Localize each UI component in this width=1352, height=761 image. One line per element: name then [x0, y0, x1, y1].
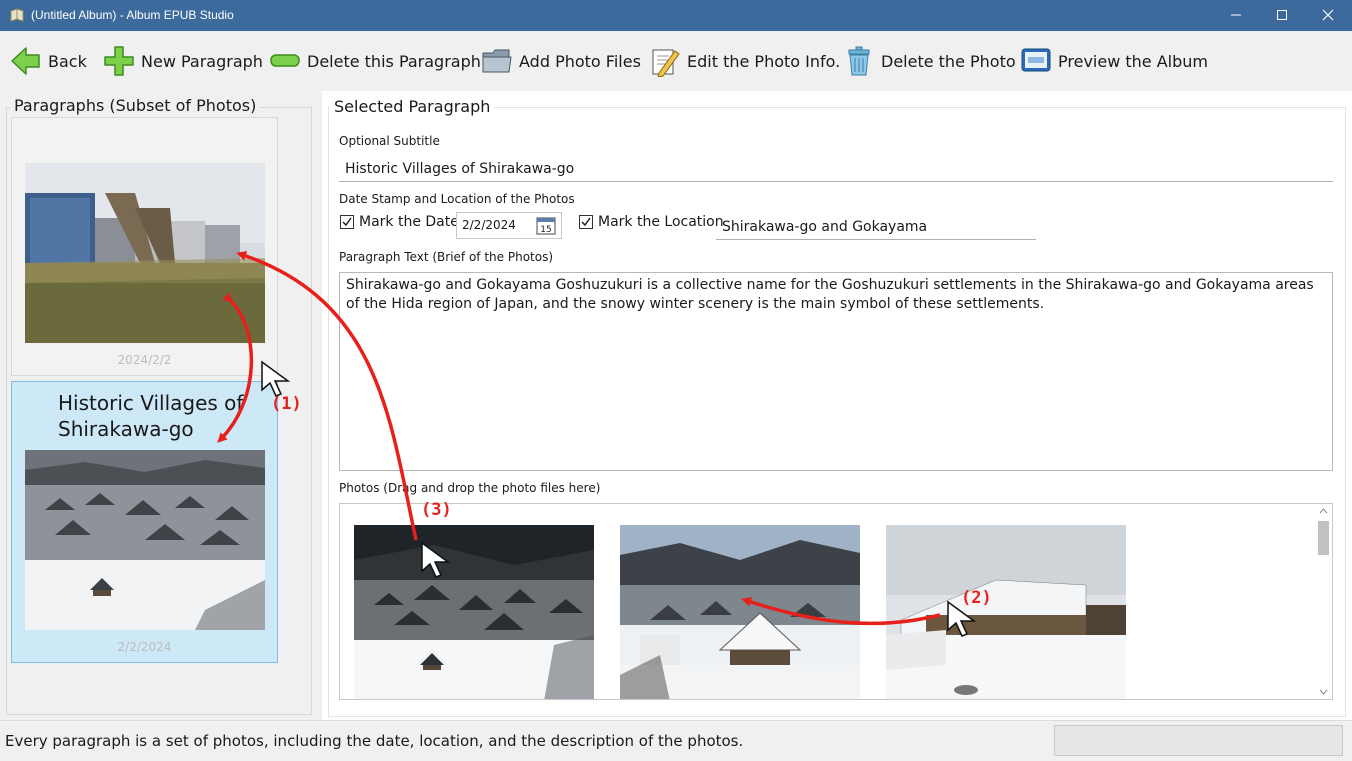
minimize-icon — [1231, 14, 1241, 16]
close-icon — [1322, 9, 1334, 21]
photo-thumbnail[interactable] — [354, 525, 594, 700]
preview-album-button[interactable]: Preview the Album — [1020, 44, 1208, 78]
paragraph-card-thumbnail — [25, 450, 265, 630]
paragraph-card-thumbnail — [25, 163, 265, 343]
date-picker-value: 2/2/2024 — [462, 218, 516, 232]
paragraphs-panel: Paragraphs (Subset of Photos) 2024/2/2 H… — [0, 91, 317, 720]
close-button[interactable] — [1305, 0, 1351, 31]
annotation-label-3: (3) — [421, 500, 452, 520]
back-label: Back — [48, 51, 87, 71]
delete-photo-label: Delete the Photo — [881, 51, 1016, 71]
edit-photo-info-label: Edit the Photo Info. — [687, 51, 841, 71]
paragraph-text-label: Paragraph Text (Brief of the Photos) — [339, 250, 554, 264]
mark-location-label: Mark the Location — [598, 214, 724, 230]
back-arrow-icon — [11, 47, 40, 75]
window-title: (Untitled Album) - Album EPUB Studio — [31, 8, 234, 22]
paragraph-card[interactable]: 2024/2/2 — [11, 117, 278, 376]
paragraph-text-area[interactable]: Shirakawa-go and Gokayama Goshuzukuri is… — [339, 272, 1333, 471]
status-progress-box — [1054, 725, 1343, 756]
status-bar: Every paragraph is a set of photos, incl… — [0, 720, 1352, 761]
checkmark-icon — [342, 217, 352, 227]
edit-pencil-icon — [652, 49, 680, 77]
plus-icon — [104, 46, 134, 76]
new-paragraph-button[interactable]: New Paragraph — [103, 44, 263, 78]
delete-paragraph-button[interactable]: Delete this Paragraph — [269, 44, 481, 78]
photos-label: Photos (Drag and drop the photo files he… — [339, 481, 601, 495]
add-photo-files-button[interactable]: Add Photo Files — [481, 44, 641, 78]
selected-paragraph-panel: Selected Paragraph Optional Subtitle Dat… — [322, 91, 1352, 720]
annotation-label-2: (2) — [961, 588, 992, 608]
monitor-icon — [1021, 48, 1051, 72]
annotation-label-1: (1) — [271, 394, 302, 414]
paragraph-card-date: 2024/2/2 — [117, 353, 172, 367]
maximize-button[interactable] — [1259, 0, 1305, 31]
new-paragraph-label: New Paragraph — [141, 51, 263, 71]
photo-thumbnail[interactable] — [620, 525, 860, 700]
add-photo-files-label: Add Photo Files — [519, 51, 641, 71]
paragraph-list[interactable]: 2024/2/2 Historic Villages of Shirakawa-… — [11, 117, 279, 663]
scroll-thumb[interactable] — [1318, 521, 1329, 555]
selected-paragraph-title: Selected Paragraph — [330, 97, 495, 116]
paragraphs-panel-title: Paragraphs (Subset of Photos) — [10, 96, 261, 115]
mark-date-checkbox[interactable] — [340, 215, 354, 229]
minimize-button[interactable] — [1213, 0, 1259, 31]
date-picker[interactable]: 2/2/2024 15 — [456, 212, 562, 239]
subtitle-label: Optional Subtitle — [339, 134, 440, 148]
subtitle-input[interactable] — [339, 157, 1333, 182]
maximize-icon — [1277, 10, 1287, 20]
status-text: Every paragraph is a set of photos, incl… — [5, 732, 744, 750]
scroll-up-icon[interactable] — [1319, 508, 1328, 514]
photos-scrollbar[interactable] — [1315, 504, 1332, 699]
calendar-day: 15 — [540, 225, 551, 235]
preview-album-label: Preview the Album — [1058, 51, 1208, 71]
photos-drop-area[interactable] — [339, 503, 1333, 700]
mark-date-label: Mark the Date: — [359, 214, 464, 230]
back-button[interactable]: Back — [10, 44, 87, 78]
folder-icon — [482, 49, 512, 73]
paragraph-card-subtitle: Historic Villages of Shirakawa-go — [58, 391, 244, 441]
minus-icon — [270, 54, 300, 67]
delete-photo-button[interactable]: Delete the Photo — [843, 44, 1016, 78]
scroll-down-icon[interactable] — [1319, 689, 1328, 695]
trash-icon — [848, 46, 870, 76]
toolbar: Back New Paragraph Delete this Paragraph… — [0, 31, 1352, 91]
delete-paragraph-label: Delete this Paragraph — [307, 51, 481, 71]
mark-location-checkbox[interactable] — [579, 215, 593, 229]
location-input[interactable] — [716, 215, 1036, 240]
paragraph-card-selected[interactable]: Historic Villages of Shirakawa-go 2/2/20… — [11, 381, 278, 663]
calendar-icon[interactable]: 15 — [536, 216, 556, 235]
edit-photo-info-button[interactable]: Edit the Photo Info. — [649, 44, 840, 78]
paragraph-card-date: 2/2/2024 — [117, 640, 172, 654]
photo-thumbnail[interactable] — [886, 525, 1126, 700]
app-book-icon — [10, 8, 24, 22]
checkmark-icon — [581, 217, 591, 227]
date-location-label: Date Stamp and Location of the Photos — [339, 192, 575, 206]
title-bar: (Untitled Album) - Album EPUB Studio — [0, 0, 1352, 31]
